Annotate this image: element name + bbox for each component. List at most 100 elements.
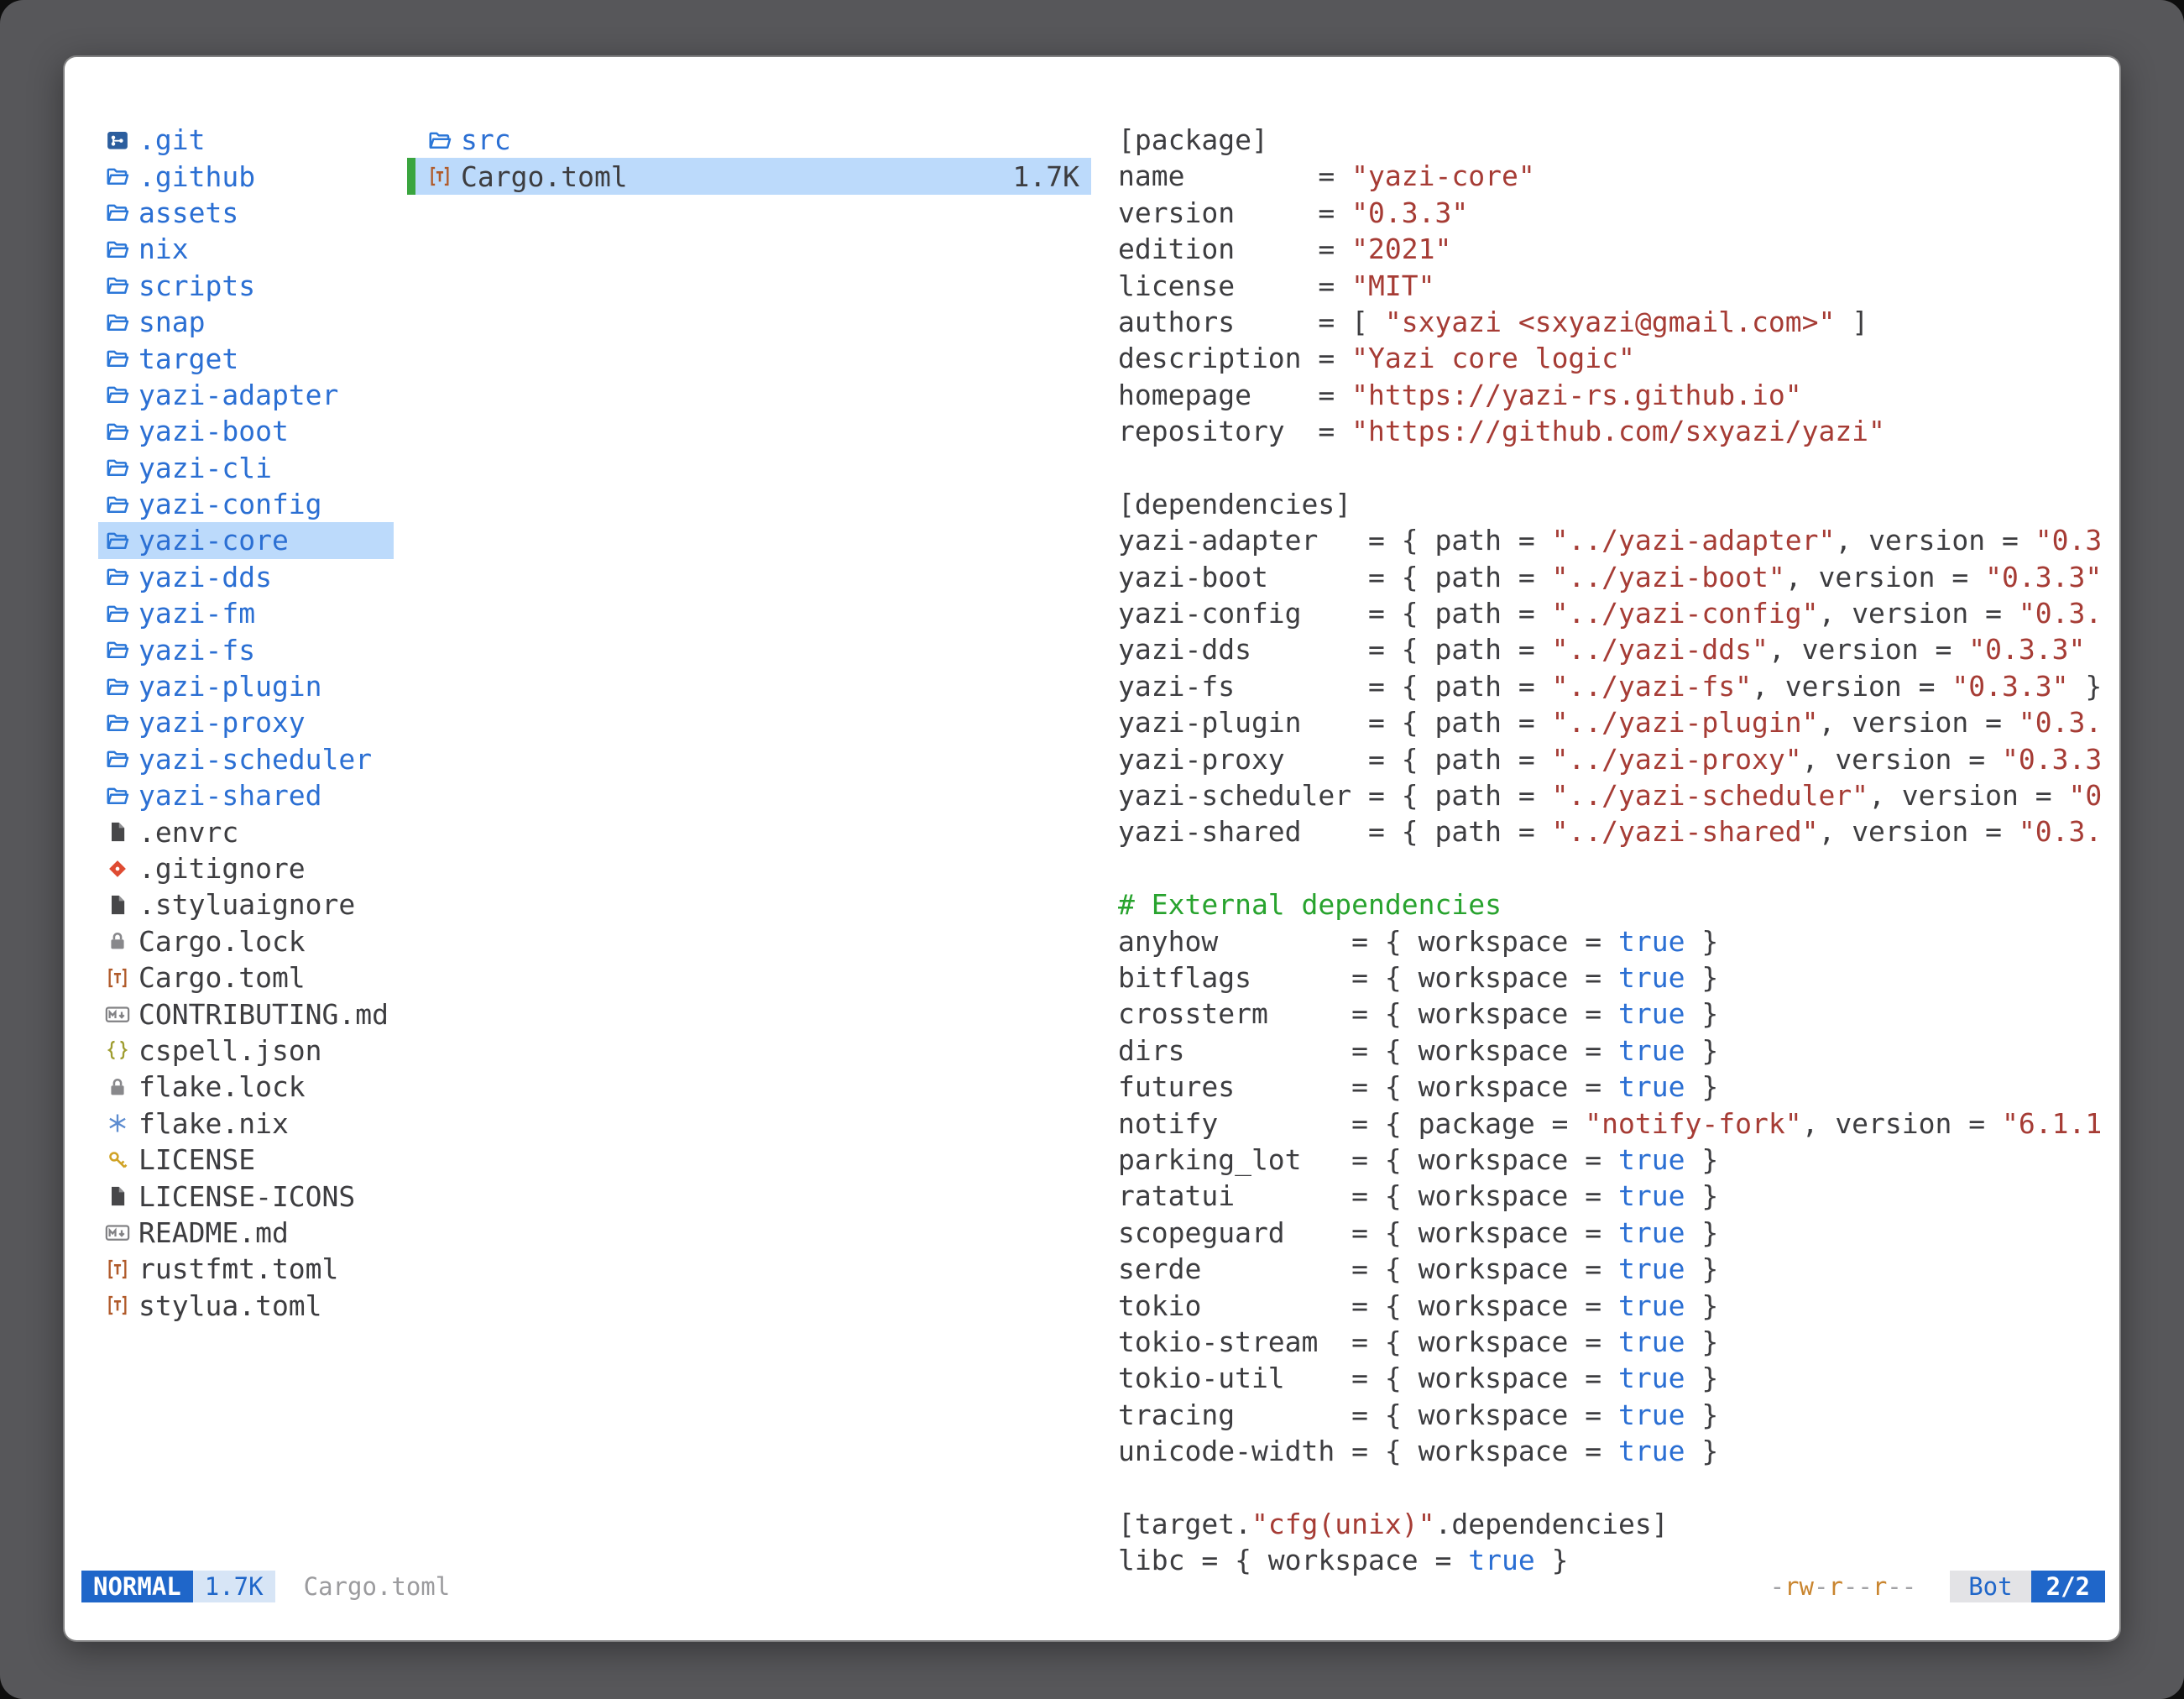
preview-line	[1118, 850, 2119, 886]
entry-name: Cargo.toml	[461, 160, 628, 193]
preview-line: tokio = { workspace = true }	[1118, 1288, 2119, 1324]
preview-line: yazi-fs = { path = "../yazi-fs", version…	[1118, 668, 2119, 704]
status-bar: NORMAL 1.7K Cargo.toml -rw-r--r-- Bot 2/…	[81, 1571, 2105, 1602]
json-icon	[102, 1033, 133, 1067]
file-entry-.gitignore[interactable]: .gitignore	[98, 850, 394, 886]
dir-entry-yazi-adapter[interactable]: yazi-adapter	[98, 377, 394, 413]
dir-entry-yazi-cli[interactable]: yazi-cli	[98, 450, 394, 486]
entry-name: flake.nix	[138, 1107, 289, 1140]
dir-entry-.github[interactable]: .github	[98, 158, 394, 194]
dir-entry-yazi-shared[interactable]: yazi-shared	[98, 777, 394, 813]
preview-line: yazi-config = { path = "../yazi-config",…	[1118, 595, 2119, 631]
dir-entry-yazi-fm[interactable]: yazi-fm	[98, 595, 394, 631]
preview-line: [package]	[1118, 122, 2119, 158]
dir-entry-nix[interactable]: nix	[98, 231, 394, 267]
dir-entry-src[interactable]: src	[407, 122, 1091, 158]
dir-entry-yazi-dds[interactable]: yazi-dds	[98, 559, 394, 595]
lock-icon	[102, 924, 133, 958]
permission-segment: -	[1814, 1572, 1828, 1601]
dir-entry-snap[interactable]: snap	[98, 304, 394, 340]
dir-entry-yazi-core[interactable]: yazi-core	[98, 522, 394, 558]
file-entry-Cargo.toml[interactable]: Cargo.toml 1.7K	[407, 158, 1091, 194]
folder-icon	[102, 742, 133, 776]
toml-icon	[102, 1252, 133, 1286]
file-icon	[102, 815, 133, 849]
preview-line: serde = { workspace = true }	[1118, 1251, 2119, 1287]
preview-line: # External dependencies	[1118, 886, 2119, 923]
file-entry-CONTRIBUTING.md[interactable]: CONTRIBUTING.md	[98, 996, 394, 1032]
file-entry-Cargo.toml[interactable]: Cargo.toml	[98, 959, 394, 996]
file-entry-flake.nix[interactable]: flake.nix	[98, 1106, 394, 1142]
file-preview-pane: [package]name = "yazi-core"version = "0.…	[1118, 122, 2119, 1579]
file-entry-README.md[interactable]: README.md	[98, 1215, 394, 1251]
folder-icon	[102, 233, 133, 266]
file-entry-.envrc[interactable]: .envrc	[98, 813, 394, 850]
permission-segment: rw	[1784, 1572, 1814, 1601]
preview-line: anyhow = { workspace = true }	[1118, 923, 2119, 959]
file-entry-rustfmt.toml[interactable]: rustfmt.toml	[98, 1251, 394, 1287]
dir-entry-yazi-fs[interactable]: yazi-fs	[98, 631, 394, 667]
entry-name: yazi-proxy	[138, 706, 306, 739]
git-icon	[102, 852, 133, 886]
file-icon	[102, 888, 133, 922]
status-filename: Cargo.toml	[304, 1571, 451, 1602]
entry-name: README.md	[138, 1216, 289, 1249]
preview-line: yazi-plugin = { path = "../yazi-plugin",…	[1118, 704, 2119, 740]
entry-name: yazi-config	[138, 488, 322, 520]
entry-name: flake.lock	[138, 1070, 306, 1103]
entry-name: nix	[138, 233, 189, 265]
preview-line: yazi-proxy = { path = "../yazi-proxy", v…	[1118, 741, 2119, 777]
file-entry-.styluaignore[interactable]: .styluaignore	[98, 886, 394, 923]
dir-entry-target[interactable]: target	[98, 340, 394, 376]
entry-name: yazi-plugin	[138, 670, 322, 703]
dir-entry-assets[interactable]: assets	[98, 195, 394, 231]
preview-line: futures = { workspace = true }	[1118, 1069, 2119, 1105]
dir-entry-yazi-config[interactable]: yazi-config	[98, 486, 394, 522]
preview-line: tokio-stream = { workspace = true }	[1118, 1324, 2119, 1360]
file-entry-LICENSE-ICONS[interactable]: LICENSE-ICONS	[98, 1178, 394, 1214]
entry-size: 1.7K	[1013, 160, 1091, 193]
dir-entry-scripts[interactable]: scripts	[98, 268, 394, 304]
file-entry-Cargo.lock[interactable]: Cargo.lock	[98, 923, 394, 959]
file-entry-cspell.json[interactable]: cspell.json	[98, 1032, 394, 1069]
preview-line: unicode-width = { workspace = true }	[1118, 1433, 2119, 1469]
preview-line: version = "0.3.3"	[1118, 195, 2119, 231]
dir-entry-yazi-boot[interactable]: yazi-boot	[98, 413, 394, 449]
file-entry-flake.lock[interactable]: flake.lock	[98, 1069, 394, 1105]
markdown-icon	[102, 1215, 133, 1249]
folder-icon	[102, 633, 133, 667]
preview-line: license = "MIT"	[1118, 268, 2119, 304]
desktop-background: .git.githubassetsnixscriptssnaptargetyaz…	[0, 0, 2184, 1699]
yazi-window: .git.githubassetsnixscriptssnaptargetyaz…	[63, 55, 2121, 1642]
key-icon	[102, 1143, 133, 1177]
preview-line	[1118, 1469, 2119, 1505]
entry-name: snap	[138, 306, 205, 338]
entry-name: .gitignore	[138, 852, 306, 885]
nix-icon	[102, 1106, 133, 1140]
preview-line: authors = [ "sxyazi <sxyazi@gmail.com>" …	[1118, 304, 2119, 340]
entry-name: assets	[138, 196, 238, 229]
toml-icon	[102, 961, 133, 995]
preview-line: yazi-adapter = { path = "../yazi-adapter…	[1118, 522, 2119, 558]
folder-icon	[102, 342, 133, 375]
dir-entry-yazi-proxy[interactable]: yazi-proxy	[98, 704, 394, 740]
dir-entry-yazi-plugin[interactable]: yazi-plugin	[98, 668, 394, 704]
preview-line: [target."cfg(unix)".dependencies]	[1118, 1506, 2119, 1542]
folder-icon	[102, 269, 133, 302]
preview-line: description = "Yazi core logic"	[1118, 340, 2119, 376]
folder-icon	[102, 451, 133, 484]
preview-line: yazi-scheduler = { path = "../yazi-sched…	[1118, 777, 2119, 813]
entry-name: cspell.json	[138, 1034, 322, 1067]
file-entry-LICENSE[interactable]: LICENSE	[98, 1142, 394, 1178]
preview-line: yazi-dds = { path = "../yazi-dds", versi…	[1118, 631, 2119, 667]
preview-line: tokio-util = { workspace = true }	[1118, 1360, 2119, 1396]
entry-name: yazi-boot	[138, 415, 289, 447]
file-size-indicator: 1.7K	[193, 1571, 275, 1602]
preview-line: yazi-shared = { path = "../yazi-shared",…	[1118, 813, 2119, 850]
preview-line: tracing = { workspace = true }	[1118, 1397, 2119, 1433]
dir-entry-.git[interactable]: .git	[98, 122, 394, 158]
dir-entry-yazi-scheduler[interactable]: yazi-scheduler	[98, 741, 394, 777]
file-entry-stylua.toml[interactable]: stylua.toml	[98, 1288, 394, 1324]
folder-icon	[102, 196, 133, 229]
folder-icon	[102, 378, 133, 411]
